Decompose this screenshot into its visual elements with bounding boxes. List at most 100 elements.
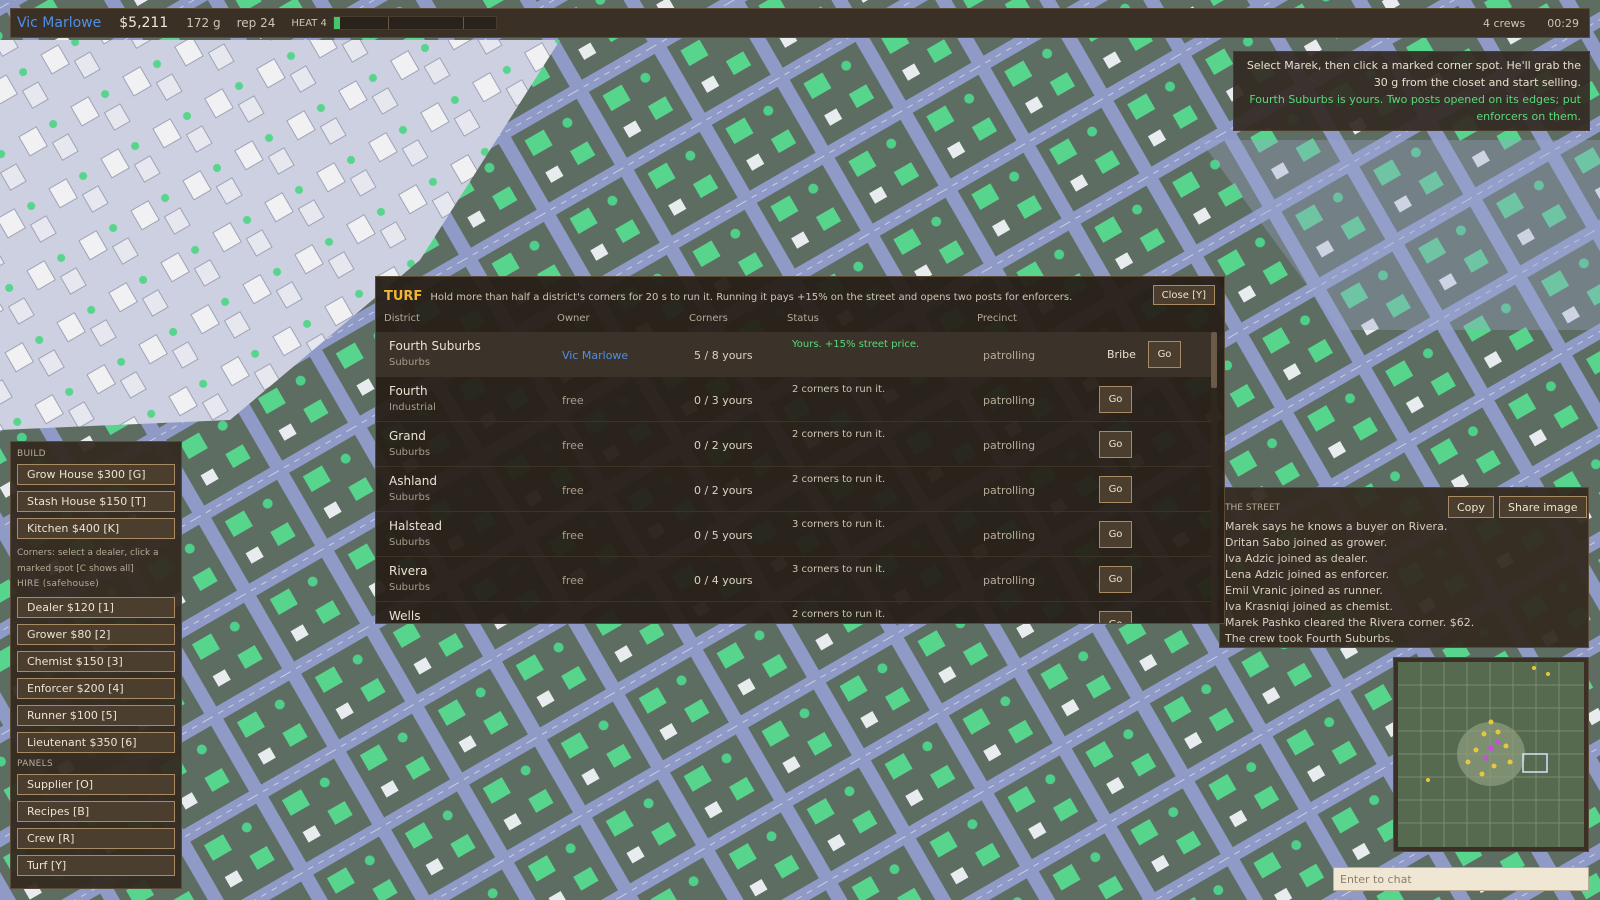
table-row: Wells 2 corners to run it. Go bbox=[376, 602, 1212, 623]
reputation-display: rep 24 bbox=[236, 16, 276, 30]
bribe-label: Bribe bbox=[1107, 348, 1136, 361]
panels-section-title: PANELS bbox=[17, 759, 53, 769]
district-corners: 0 / 2 yours bbox=[694, 484, 753, 497]
cash-display: $5,211 bbox=[119, 15, 169, 31]
hint-line-success: Fourth Suburbs is yours. Two posts opene… bbox=[1249, 93, 1581, 123]
hire-runner-button[interactable]: Runner $100 [5] bbox=[17, 705, 175, 726]
table-row: Grand Suburbs free 0 / 2 yours 2 corners… bbox=[376, 422, 1212, 467]
district-type: Suburbs bbox=[389, 537, 431, 548]
build-stash-house-button[interactable]: Stash House $150 [T] bbox=[17, 491, 175, 512]
go-button[interactable]: Go bbox=[1099, 431, 1132, 458]
district-corners: 5 / 8 yours bbox=[694, 349, 753, 362]
district-name: Wells bbox=[389, 609, 421, 623]
heat-tick bbox=[387, 17, 389, 29]
district-name: Rivera bbox=[389, 564, 428, 578]
corners-help-note: Corners: select a dealer, click a marked… bbox=[17, 548, 159, 574]
table-row: Rivera Suburbs free 0 / 4 yours 3 corner… bbox=[376, 557, 1212, 602]
district-status: 2 corners to run it. bbox=[792, 429, 886, 440]
share-image-button[interactable]: Share image bbox=[1499, 496, 1587, 518]
district-status: 2 corners to run it. bbox=[792, 384, 886, 395]
build-section-title: BUILD bbox=[17, 449, 46, 459]
build-grow-house-button[interactable]: Grow House $300 [G] bbox=[17, 464, 175, 485]
minimap[interactable] bbox=[1393, 657, 1589, 852]
district-status: 2 corners to run it. bbox=[792, 609, 886, 620]
hire-grower-button[interactable]: Grower $80 [2] bbox=[17, 624, 175, 645]
street-log-list: Marek says he knows a buyer on Rivera. D… bbox=[1225, 519, 1474, 647]
district-owner: free bbox=[562, 484, 584, 497]
district-precinct: patrolling bbox=[983, 394, 1036, 407]
turf-title: TURF bbox=[384, 289, 423, 304]
district-precinct: patrolling bbox=[983, 349, 1036, 362]
district-precinct: patrolling bbox=[983, 574, 1036, 587]
panel-supplier-button[interactable]: Supplier [O] bbox=[17, 774, 175, 795]
district-status: Yours. +15% street price. bbox=[792, 339, 920, 350]
turf-column-headers: District Owner Corners Status Precinct bbox=[376, 313, 1224, 327]
heat-label: HEAT 4 bbox=[291, 17, 327, 29]
district-precinct: patrolling bbox=[983, 484, 1036, 497]
build-kitchen-button[interactable]: Kitchen $400 [K] bbox=[17, 518, 175, 539]
list-item: Iva Adzic joined as dealer. bbox=[1225, 552, 1369, 565]
player-name: Vic Marlowe bbox=[17, 15, 102, 31]
district-corners: 0 / 2 yours bbox=[694, 439, 753, 452]
col-owner: Owner bbox=[557, 313, 590, 324]
table-row: Halstead Suburbs free 0 / 5 yours 3 corn… bbox=[376, 512, 1212, 557]
hire-enforcer-button[interactable]: Enforcer $200 [4] bbox=[17, 678, 175, 699]
panel-turf-button[interactable]: Turf [Y] bbox=[17, 855, 175, 876]
turf-scrollbar-thumb[interactable] bbox=[1211, 332, 1217, 388]
turf-scrollbar[interactable] bbox=[1211, 332, 1217, 623]
heat-meter-fill bbox=[333, 17, 341, 29]
district-name: Fourth bbox=[389, 384, 428, 398]
go-button[interactable]: Go bbox=[1099, 476, 1132, 503]
go-button[interactable]: Go bbox=[1099, 386, 1132, 413]
turf-description: Hold more than half a district's corners… bbox=[430, 292, 1073, 303]
list-item: Iva Krasniqi joined as chemist. bbox=[1225, 600, 1393, 613]
list-item: Marek Pashko cleared the Rivera corner. … bbox=[1225, 616, 1475, 629]
hire-dealer-button[interactable]: Dealer $120 [1] bbox=[17, 597, 175, 618]
go-button[interactable]: Go bbox=[1099, 521, 1132, 548]
district-owner: Vic Marlowe bbox=[562, 349, 629, 362]
district-type: Industrial bbox=[389, 402, 436, 413]
tutorial-hint: Select Marek, then click a marked corner… bbox=[1233, 51, 1590, 131]
minimap-canvas[interactable] bbox=[1398, 662, 1584, 847]
heat-tick bbox=[462, 17, 464, 29]
turf-close-button[interactable]: Close [Y] bbox=[1152, 285, 1215, 305]
col-district: District bbox=[384, 313, 420, 324]
district-owner: free bbox=[562, 394, 584, 407]
hire-chemist-button[interactable]: Chemist $150 [3] bbox=[17, 651, 175, 672]
chat-input[interactable] bbox=[1333, 867, 1589, 891]
district-precinct: patrolling bbox=[983, 529, 1036, 542]
top-status-bar: Vic Marlowe $5,211 172 g rep 24 HEAT 4 4… bbox=[10, 8, 1590, 38]
hire-lieutenant-button[interactable]: Lieutenant $350 [6] bbox=[17, 732, 175, 753]
list-item: The crew took Fourth Suburbs. bbox=[1225, 632, 1394, 645]
district-corners: 0 / 3 yours bbox=[694, 394, 753, 407]
crews-count: 4 crews bbox=[1482, 16, 1526, 30]
col-corners: Corners bbox=[689, 313, 728, 324]
go-button[interactable]: Go bbox=[1099, 611, 1132, 623]
list-item: Lena Adzic joined as enforcer. bbox=[1225, 568, 1390, 581]
district-name: Grand bbox=[389, 429, 426, 443]
district-owner: free bbox=[562, 439, 584, 452]
district-precinct: patrolling bbox=[983, 439, 1036, 452]
list-item: Marek says he knows a buyer on Rivera. bbox=[1225, 520, 1448, 533]
table-row: Fourth Suburbs Suburbs Vic Marlowe 5 / 8… bbox=[376, 332, 1212, 377]
panel-crew-button[interactable]: Crew [R] bbox=[17, 828, 175, 849]
district-corners: 0 / 4 yours bbox=[694, 574, 753, 587]
list-item: Emil Vranic joined as runner. bbox=[1225, 584, 1383, 597]
street-log-panel: THE STREET Copy Share image Marek says h… bbox=[1219, 487, 1589, 648]
list-item: Dritan Sabo joined as grower. bbox=[1225, 536, 1388, 549]
district-status: 2 corners to run it. bbox=[792, 474, 886, 485]
district-type: Suburbs bbox=[389, 492, 431, 503]
district-corners: 0 / 5 yours bbox=[694, 529, 753, 542]
table-row: Ashland Suburbs free 0 / 2 yours 2 corne… bbox=[376, 467, 1212, 512]
turf-district-list[interactable]: Fourth Suburbs Suburbs Vic Marlowe 5 / 8… bbox=[376, 332, 1212, 623]
copy-log-button[interactable]: Copy bbox=[1448, 496, 1494, 518]
district-name: Halstead bbox=[389, 519, 443, 533]
panel-recipes-button[interactable]: Recipes [B] bbox=[17, 801, 175, 822]
build-panel: BUILD Grow House $300 [G] Stash House $1… bbox=[10, 441, 182, 889]
district-type: Suburbs bbox=[389, 357, 431, 368]
game-clock: 00:29 bbox=[1547, 16, 1579, 30]
table-row: Fourth Industrial free 0 / 3 yours 2 cor… bbox=[376, 377, 1212, 422]
go-button[interactable]: Go bbox=[1099, 566, 1132, 593]
go-button[interactable]: Go bbox=[1148, 341, 1181, 368]
district-status: 3 corners to run it. bbox=[792, 519, 886, 530]
